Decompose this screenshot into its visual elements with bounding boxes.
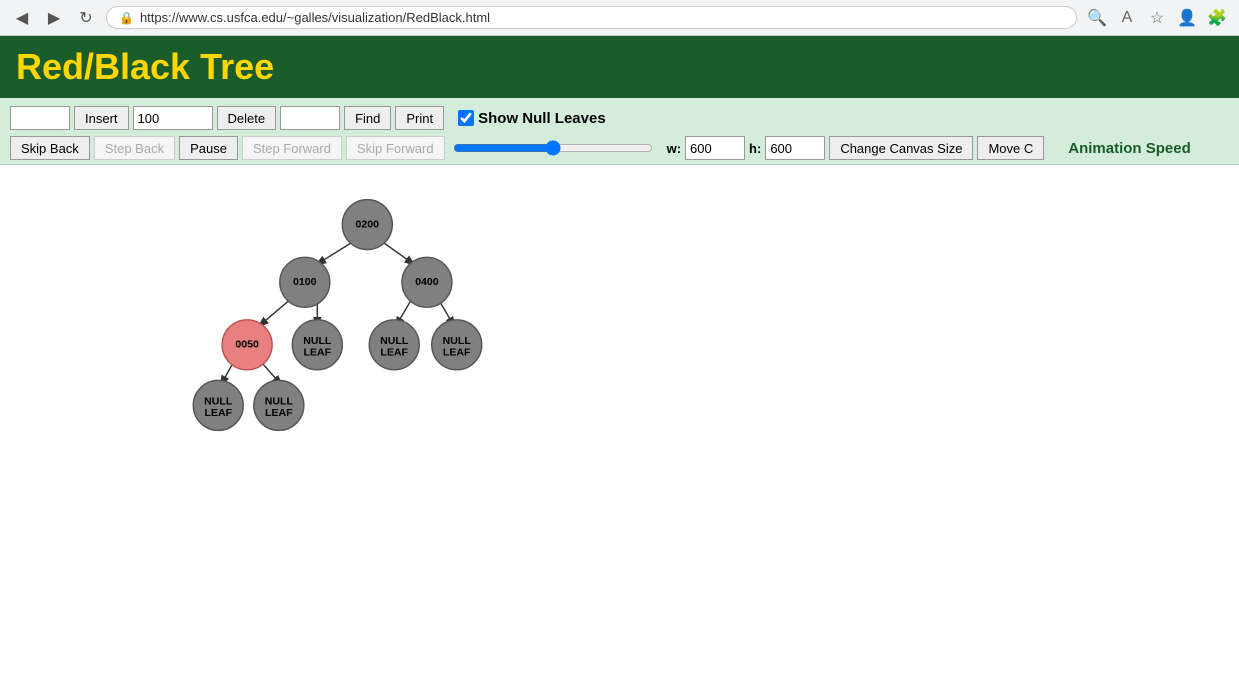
- controls-row2: Skip Back Step Back Pause Step Forward S…: [10, 136, 1229, 160]
- skip-forward-button: Skip Forward: [346, 136, 445, 160]
- svg-text:LEAF: LEAF: [265, 407, 293, 419]
- step-back-button: Step Back: [94, 136, 175, 160]
- canvas-h-input[interactable]: [765, 136, 825, 160]
- forward-button[interactable]: ▶: [42, 6, 66, 30]
- browser-chrome: ◀ ▶ ↻ 🔒 https://www.cs.usfca.edu/~galles…: [0, 0, 1239, 36]
- svg-text:0200: 0200: [356, 218, 380, 230]
- url-text: https://www.cs.usfca.edu/~galles/visuali…: [140, 10, 490, 25]
- svg-text:LEAF: LEAF: [443, 346, 471, 358]
- svg-text:LEAF: LEAF: [204, 407, 232, 419]
- show-null-label: Show Null Leaves: [458, 110, 606, 127]
- animation-speed-slider[interactable]: [453, 140, 653, 156]
- show-null-checkbox[interactable]: [458, 110, 474, 126]
- url-bar[interactable]: 🔒 https://www.cs.usfca.edu/~galles/visua…: [106, 6, 1077, 29]
- canvas-w-input[interactable]: [685, 136, 745, 160]
- refresh-button[interactable]: ↻: [74, 6, 98, 30]
- back-button[interactable]: ◀: [10, 6, 34, 30]
- bookmark-icon[interactable]: ☆: [1145, 6, 1169, 30]
- browser-icons: 🔍 A ☆ 👤 🧩: [1085, 6, 1229, 30]
- move-c-button[interactable]: Move C: [977, 136, 1044, 160]
- controls-area: Insert Delete Find Print Show Null Leave…: [0, 98, 1239, 165]
- step-forward-button: Step Forward: [242, 136, 342, 160]
- canvas-size-controls: w: h: Change Canvas Size Move C: [667, 136, 1045, 160]
- font-icon[interactable]: A: [1115, 6, 1139, 30]
- svg-text:0100: 0100: [293, 276, 317, 288]
- svg-text:0050: 0050: [235, 339, 259, 351]
- find-button[interactable]: Find: [344, 106, 391, 130]
- extensions-icon[interactable]: 🧩: [1205, 6, 1229, 30]
- delete-button[interactable]: Delete: [217, 106, 277, 130]
- controls-row1: Insert Delete Find Print Show Null Leave…: [10, 106, 1229, 130]
- tree-svg: 0200 0100 0400 0050 NULL LEAF NULL LEAF …: [0, 165, 600, 665]
- svg-text:NULL: NULL: [204, 395, 233, 407]
- show-null-text: Show Null Leaves: [478, 110, 606, 127]
- page-header: Red/Black Tree: [0, 36, 1239, 98]
- delete-input[interactable]: [133, 106, 213, 130]
- svg-text:NULL: NULL: [443, 335, 472, 347]
- insert-input[interactable]: [10, 106, 70, 130]
- insert-button[interactable]: Insert: [74, 106, 129, 130]
- profile-icon[interactable]: 👤: [1175, 6, 1199, 30]
- svg-text:LEAF: LEAF: [304, 346, 332, 358]
- page-title: Red/Black Tree: [16, 46, 1223, 88]
- skip-back-button[interactable]: Skip Back: [10, 136, 90, 160]
- print-button[interactable]: Print: [395, 106, 444, 130]
- svg-text:NULL: NULL: [265, 395, 294, 407]
- animation-speed-label: Animation Speed: [1068, 140, 1191, 157]
- svg-text:NULL: NULL: [380, 335, 409, 347]
- svg-text:LEAF: LEAF: [380, 346, 408, 358]
- canvas-area: 0200 0100 0400 0050 NULL LEAF NULL LEAF …: [0, 165, 1239, 665]
- h-label: h:: [749, 141, 761, 156]
- zoom-icon[interactable]: 🔍: [1085, 6, 1109, 30]
- w-label: w:: [667, 141, 681, 156]
- pause-button[interactable]: Pause: [179, 136, 238, 160]
- find-input[interactable]: [280, 106, 340, 130]
- svg-text:0400: 0400: [415, 276, 439, 288]
- change-canvas-button[interactable]: Change Canvas Size: [829, 136, 973, 160]
- svg-text:NULL: NULL: [303, 335, 332, 347]
